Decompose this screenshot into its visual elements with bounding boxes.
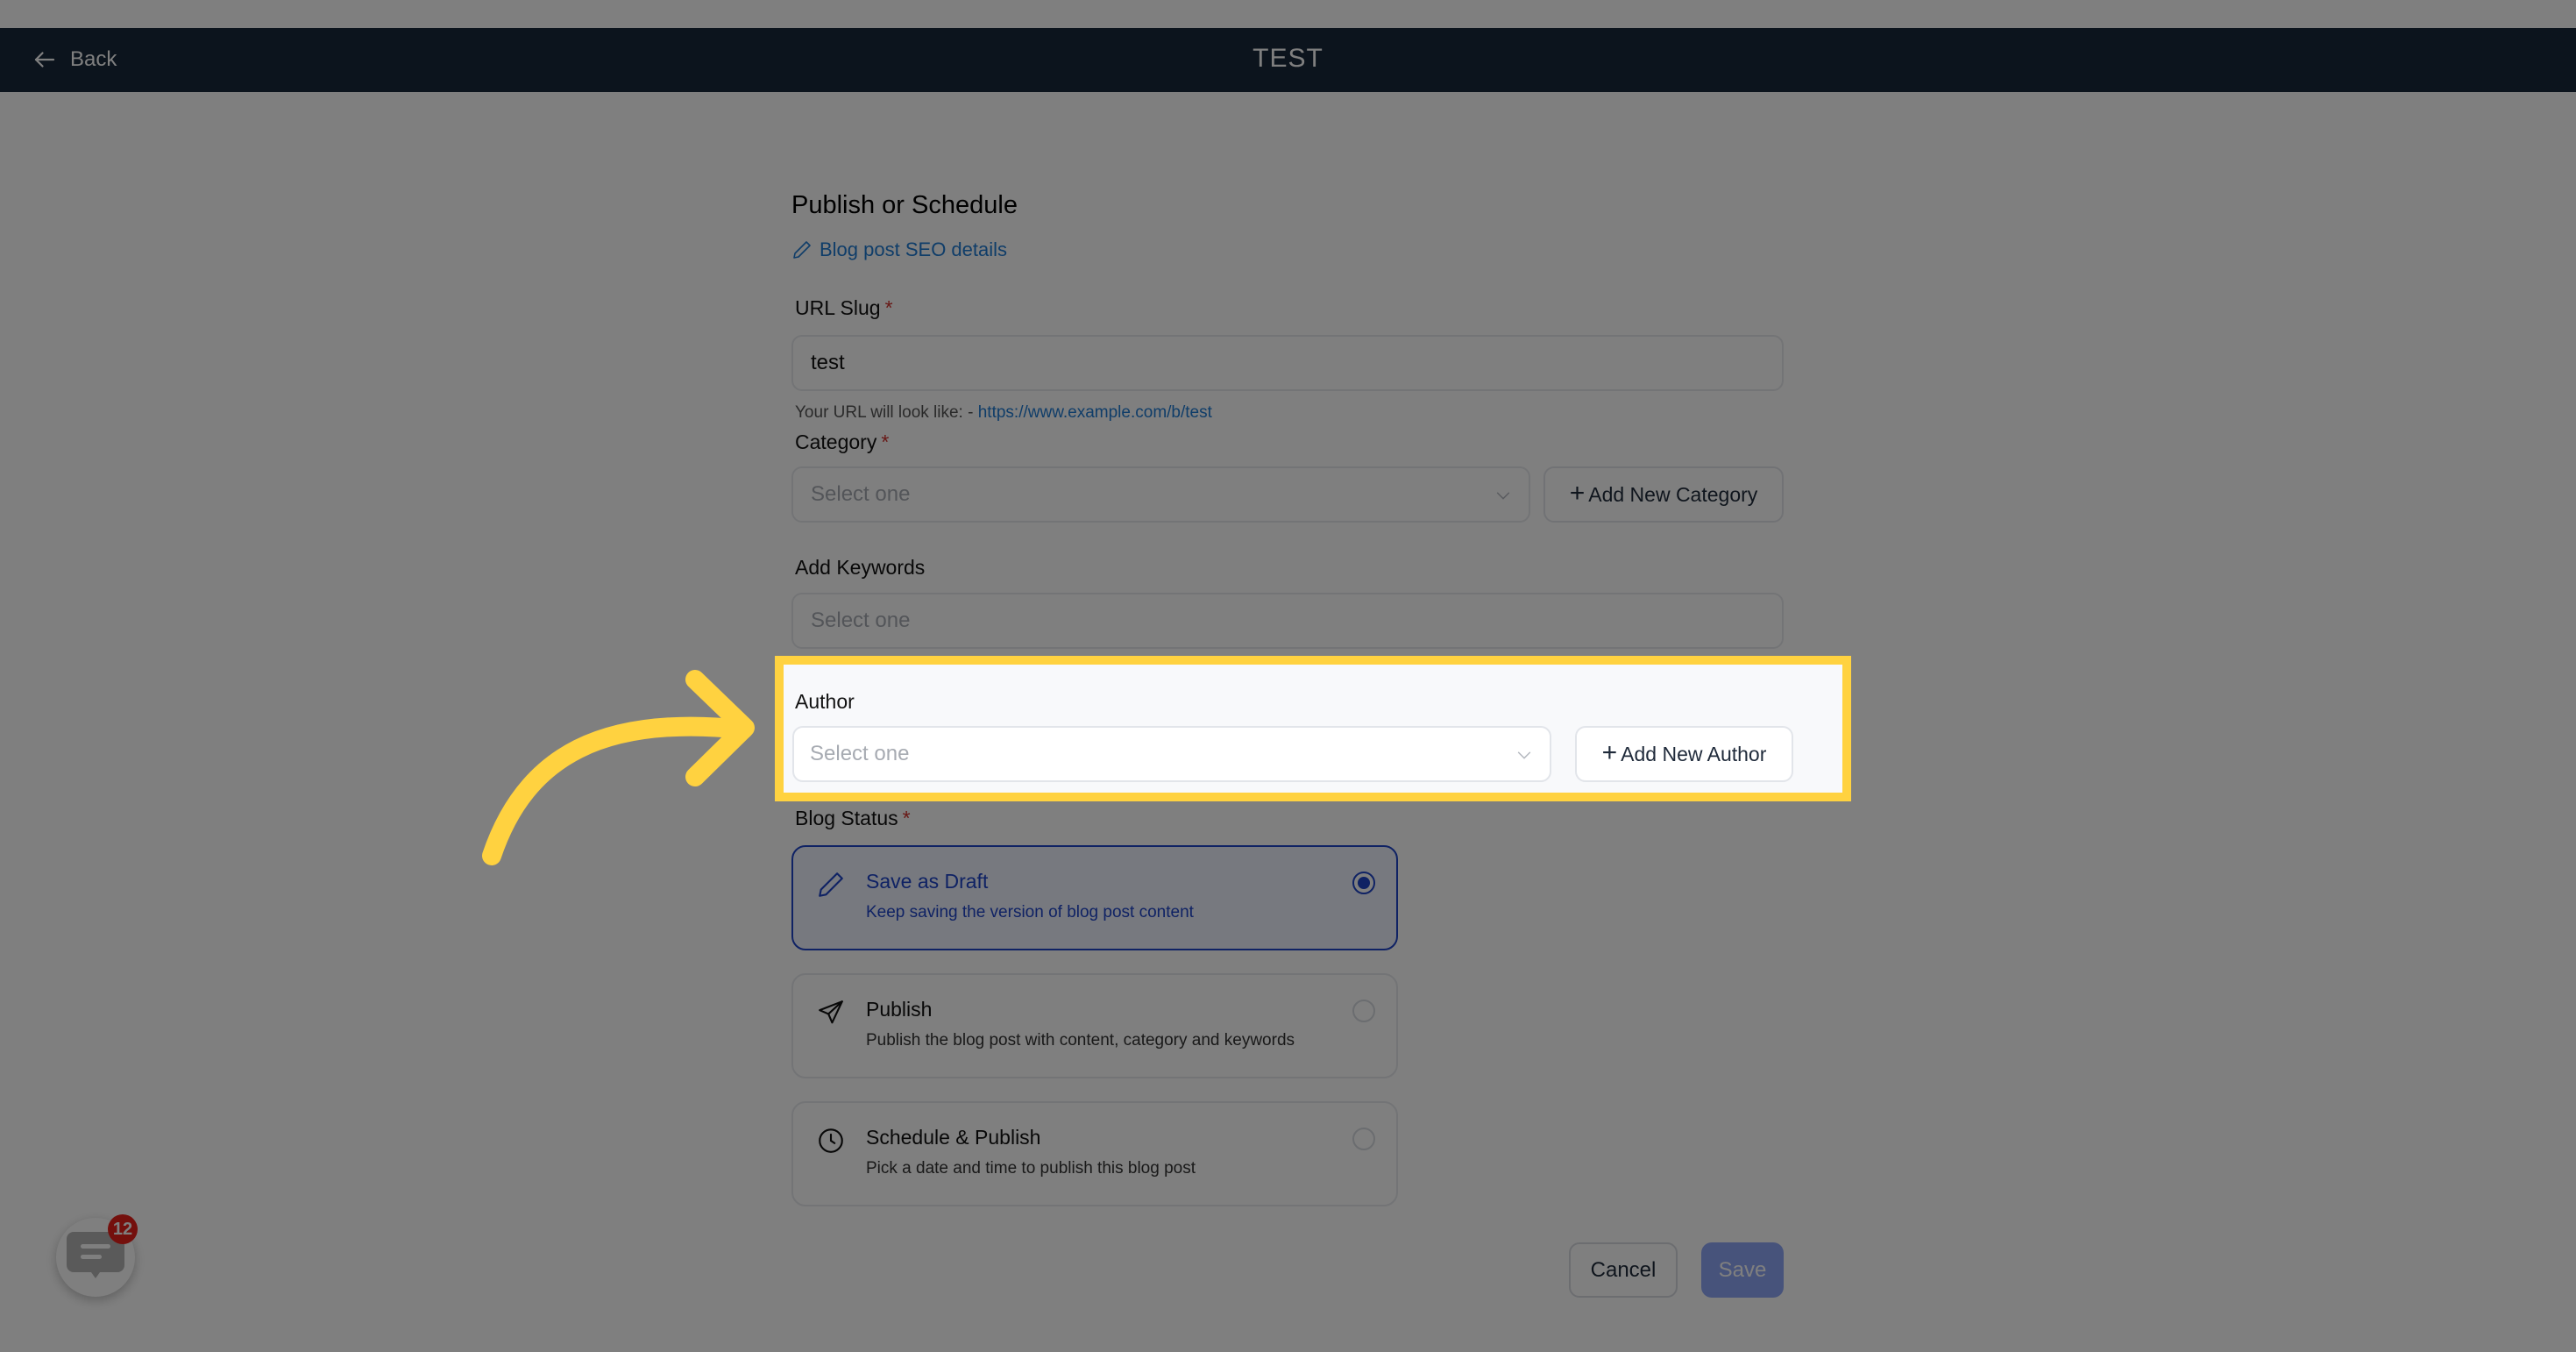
- pencil-icon: [819, 872, 843, 897]
- status-radio-draft[interactable]: [1352, 872, 1375, 894]
- annotation-arrow-icon: [482, 670, 755, 865]
- status-title: Publish: [866, 998, 933, 1021]
- chevron-down-icon: [1517, 751, 1531, 759]
- add-author-label: Add New Author: [1621, 742, 1767, 765]
- pencil-icon: [793, 241, 811, 259]
- plus-icon: +: [1601, 737, 1618, 767]
- required-marker: *: [902, 807, 911, 829]
- author-placeholder: Select one: [810, 742, 910, 765]
- status-description: Keep saving the version of blog post con…: [866, 903, 1194, 921]
- navbar: Back TEST: [0, 28, 2576, 92]
- url-preview-link[interactable]: https://www.example.com/b/test: [978, 403, 1212, 422]
- url-slug-label: URL Slug *: [795, 296, 893, 320]
- status-option-schedule[interactable]: Schedule & Publish Pick a date and time …: [791, 1101, 1398, 1206]
- keywords-label: Add Keywords: [795, 556, 926, 579]
- url-preview-helper: Your URL will look like: - https://www.e…: [795, 403, 1212, 423]
- category-label: Category *: [795, 431, 889, 454]
- clock-icon: [819, 1128, 843, 1153]
- add-author-button[interactable]: + Add New Author: [1575, 726, 1793, 782]
- category-label-text: Category: [795, 431, 877, 453]
- status-radio-schedule[interactable]: [1352, 1128, 1375, 1150]
- status-title: Save as Draft: [866, 870, 989, 893]
- save-button[interactable]: Save: [1701, 1242, 1784, 1298]
- plus-icon: +: [1569, 478, 1586, 508]
- author-label: Author: [795, 690, 855, 713]
- author-highlight: Author Select one + Add New Author: [775, 656, 1851, 801]
- status-description: Publish the blog post with content, cate…: [866, 1031, 1295, 1050]
- form-heading: Publish or Schedule: [791, 191, 1018, 219]
- add-category-button[interactable]: + Add New Category: [1543, 466, 1784, 523]
- send-icon: [819, 1000, 843, 1024]
- author-select[interactable]: Select one: [792, 726, 1551, 782]
- chevron-down-icon: [1496, 492, 1510, 500]
- url-slug-value: test: [811, 351, 845, 374]
- top-strip: [0, 0, 2576, 28]
- status-option-publish[interactable]: Publish Publish the blog post with conte…: [791, 973, 1398, 1078]
- blog-status-label-text: Blog Status: [795, 807, 898, 829]
- helper-prefix: Your URL will look like: -: [795, 403, 978, 422]
- cancel-button[interactable]: Cancel: [1569, 1242, 1678, 1298]
- required-marker: *: [884, 296, 893, 319]
- seo-details-link[interactable]: Blog post SEO details: [791, 238, 1007, 261]
- add-category-label: Add New Category: [1588, 482, 1758, 506]
- notification-badge: 12: [108, 1214, 138, 1244]
- required-marker: *: [881, 431, 890, 453]
- keywords-input[interactable]: Select one: [791, 593, 1784, 649]
- status-description: Pick a date and time to publish this blo…: [866, 1159, 1196, 1178]
- keywords-placeholder: Select one: [811, 608, 911, 632]
- url-slug-input[interactable]: test: [791, 335, 1784, 391]
- category-select[interactable]: Select one: [791, 466, 1530, 523]
- blog-status-label: Blog Status *: [795, 807, 911, 830]
- status-option-draft[interactable]: Save as Draft Keep saving the version of…: [791, 845, 1398, 950]
- page-title: TEST: [1253, 44, 1323, 73]
- seo-link-label: Blog post SEO details: [820, 238, 1008, 260]
- url-slug-label-text: URL Slug: [795, 296, 881, 319]
- category-placeholder: Select one: [811, 482, 911, 506]
- status-radio-publish[interactable]: [1352, 1000, 1375, 1022]
- status-title: Schedule & Publish: [866, 1126, 1041, 1149]
